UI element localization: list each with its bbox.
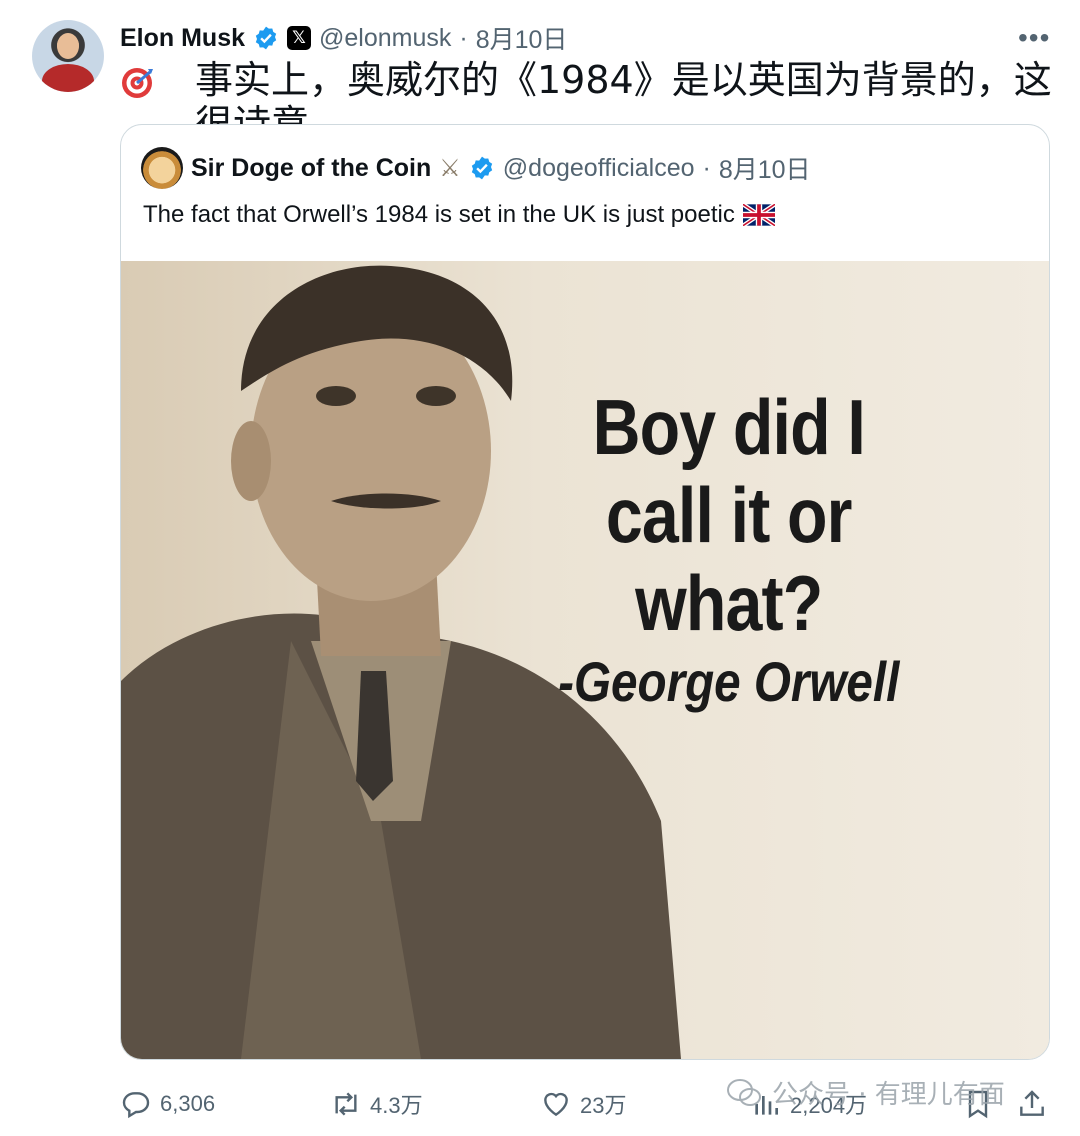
- crossed-swords-icon: ⚔: [439, 154, 461, 182]
- heart-icon: [544, 1092, 568, 1117]
- separator: ·: [702, 153, 711, 182]
- quoted-header: Sir Doge of the Coin ⚔ @dogeofficialceo …: [141, 147, 811, 189]
- avatar-face: [57, 33, 79, 59]
- verified-badge-icon: [255, 26, 277, 50]
- verified-badge-icon: [471, 156, 492, 180]
- image-caption: Boy did I call it or what? -George Orwel…: [529, 383, 929, 717]
- quoted-text-row: The fact that Orwell’s 1984 is set in th…: [143, 201, 775, 229]
- wechat-icon: [727, 1078, 761, 1106]
- watermark-text: 公众号 · 有理儿有面: [772, 1080, 1005, 1110]
- repost-button[interactable]: 4.3万: [330, 1082, 423, 1126]
- repost-icon: [335, 1092, 357, 1116]
- watermark: 公众号 · 有理儿有面: [726, 1074, 1005, 1111]
- quoted-date[interactable]: 8月10日: [719, 150, 811, 186]
- caption-line-3: -George Orwell: [558, 650, 900, 713]
- caption-line-2: call it or what?: [605, 471, 853, 647]
- avatar-suit: [42, 64, 94, 92]
- caption-line-1: Boy did I: [592, 383, 866, 471]
- tweet-header: Elon Musk 𝕏 @elonmusk · 8月10日: [120, 20, 567, 56]
- repost-count: 4.3万: [370, 1093, 423, 1118]
- target-emoji-icon: [122, 68, 153, 98]
- reply-button[interactable]: 6,306: [120, 1082, 215, 1126]
- share-icon: [1020, 1090, 1044, 1116]
- quoted-image[interactable]: Boy did I call it or what? -George Orwel…: [121, 261, 1049, 1059]
- reply-icon: [122, 1092, 150, 1119]
- tweet-date[interactable]: 8月10日: [476, 20, 568, 56]
- separator: ·: [459, 23, 468, 52]
- quoted-tweet[interactable]: Sir Doge of the Coin ⚔ @dogeofficialceo …: [120, 124, 1050, 1060]
- quoted-avatar[interactable]: [141, 147, 183, 189]
- reply-count: 6,306: [160, 1091, 216, 1116]
- like-button[interactable]: 23万: [540, 1082, 626, 1126]
- quoted-author-name[interactable]: Sir Doge of the Coin: [191, 154, 431, 183]
- author-avatar[interactable]: [32, 20, 104, 92]
- share-button[interactable]: [1016, 1082, 1048, 1126]
- quoted-text: The fact that Orwell’s 1984 is set in th…: [143, 201, 735, 228]
- like-count: 23万: [580, 1093, 627, 1118]
- x-affiliation-icon: 𝕏: [287, 26, 312, 50]
- uk-flag-icon: [742, 204, 775, 226]
- author-handle[interactable]: @elonmusk: [319, 24, 451, 53]
- author-name[interactable]: Elon Musk: [120, 24, 245, 53]
- more-options-icon[interactable]: •••: [1018, 22, 1050, 54]
- quoted-author-handle[interactable]: @dogeofficialceo: [503, 154, 695, 183]
